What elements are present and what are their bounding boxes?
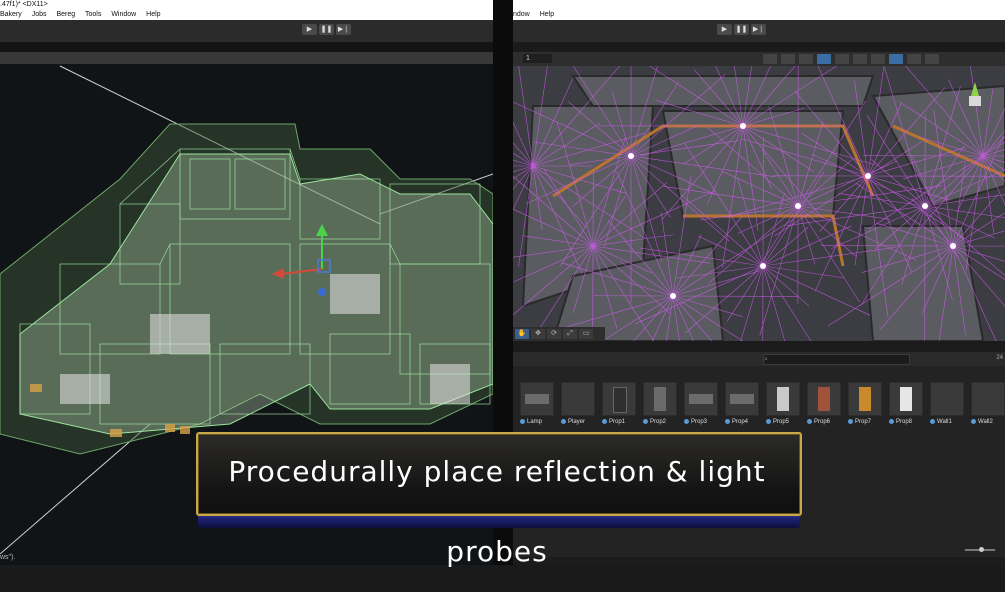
tool-settings-icon[interactable] — [871, 54, 885, 64]
layer-field[interactable]: 1 — [523, 54, 552, 63]
asset-tile[interactable]: Prop3 — [684, 382, 718, 425]
hidden-objects-icon[interactable] — [835, 54, 849, 64]
asset-tile[interactable]: Lamp — [520, 382, 554, 425]
pause-icon[interactable]: ❚❚ — [734, 24, 749, 35]
caption-text: Procedurally place reflection & light pr… — [196, 432, 798, 512]
move-icon[interactable]: ✥ — [531, 329, 545, 339]
effects-icon[interactable] — [817, 54, 831, 64]
view-options-icon[interactable] — [907, 54, 921, 64]
console-snippet: ws"). — [0, 554, 15, 561]
prefab-icon — [725, 419, 730, 424]
light-probe-rays — [513, 66, 1005, 341]
prefab-icon — [602, 419, 607, 424]
menu-window[interactable]: Window — [111, 11, 136, 18]
rotate-icon[interactable]: ⟳ — [547, 329, 561, 339]
lighting-icon[interactable] — [781, 54, 795, 64]
menu-tools[interactable]: Tools — [85, 11, 101, 18]
menu-help[interactable]: Help — [146, 11, 160, 18]
asset-tile[interactable]: Player — [561, 382, 595, 425]
prefab-icon — [520, 419, 525, 424]
asset-tile[interactable]: Prop7 — [848, 382, 882, 425]
prefab-icon — [643, 419, 648, 424]
asset-tile[interactable]: Prop2 — [643, 382, 677, 425]
asset-grid: Lamp Player Prop1 Prop2 Prop3 Prop4 — [520, 382, 1005, 425]
prefab-icon — [684, 419, 689, 424]
play-toolbar: ▶ ❚❚ ▶❘ — [0, 20, 493, 42]
prefab-icon — [848, 419, 853, 424]
asset-tile[interactable]: Prop4 — [725, 382, 759, 425]
caption-banner: Procedurally place reflection & light pr… — [196, 432, 802, 530]
hand-icon[interactable]: ✋ — [515, 329, 529, 339]
menu-bereg[interactable]: Bereg — [57, 11, 76, 18]
prefab-icon — [930, 419, 935, 424]
step-icon[interactable]: ▶❘ — [751, 24, 766, 35]
scene-viewport-light-probes[interactable]: ✋ ✥ ⟳ ⤢ ▭ — [513, 66, 1005, 341]
play-icon[interactable]: ▶ — [302, 24, 317, 35]
menu-bar: Bakery Jobs Bereg Tools Window Help — [0, 10, 493, 20]
gizmos-icon[interactable] — [889, 54, 903, 64]
scale-icon[interactable]: ⤢ — [563, 329, 577, 339]
window-title-bar — [513, 0, 1005, 10]
scene-view-toolbar — [0, 52, 493, 64]
shading-icon[interactable] — [763, 54, 777, 64]
prefab-icon — [971, 419, 976, 424]
prefab-icon — [766, 419, 771, 424]
window-title: .47f1)* <DX11> — [0, 0, 493, 10]
thumbnail-size-slider[interactable] — [965, 549, 995, 551]
asset-tile[interactable]: Prop6 — [807, 382, 841, 425]
asset-tile[interactable]: Prop5 — [766, 382, 800, 425]
asset-tile[interactable]: Wall1 — [930, 382, 964, 425]
camera-icon[interactable] — [853, 54, 867, 64]
asset-count-badge: 24 — [996, 355, 1003, 361]
rect-icon[interactable]: ▭ — [579, 329, 593, 339]
pause-icon[interactable]: ❚❚ — [319, 24, 334, 35]
prefab-icon — [561, 419, 566, 424]
step-icon[interactable]: ▶❘ — [336, 24, 351, 35]
menu-window[interactable]: ndow — [513, 11, 530, 18]
project-footer — [513, 557, 1005, 565]
scene-tools: ✋ ✥ ⟳ ⤢ ▭ — [513, 327, 605, 341]
prefab-icon — [807, 419, 812, 424]
prefab-icon — [889, 419, 894, 424]
scene-view-toolbar: 1 — [513, 52, 1005, 66]
menu-jobs[interactable]: Jobs — [32, 11, 47, 18]
asset-tile[interactable]: Wall2 — [971, 382, 1005, 425]
play-icon[interactable]: ▶ — [717, 24, 732, 35]
play-toolbar: ▶ ❚❚ ▶❘ — [513, 20, 1005, 42]
menu-help[interactable]: Help — [540, 11, 554, 18]
asset-tile[interactable]: Prop1 — [602, 382, 636, 425]
menu-bakery[interactable]: Bakery — [0, 11, 22, 18]
audio-icon[interactable] — [799, 54, 813, 64]
project-search-input[interactable]: ⌕ — [763, 354, 910, 365]
menu-bar: ndow Help — [513, 10, 1005, 20]
asset-tile[interactable]: Prop8 — [889, 382, 923, 425]
layout-icon[interactable] — [925, 54, 939, 64]
